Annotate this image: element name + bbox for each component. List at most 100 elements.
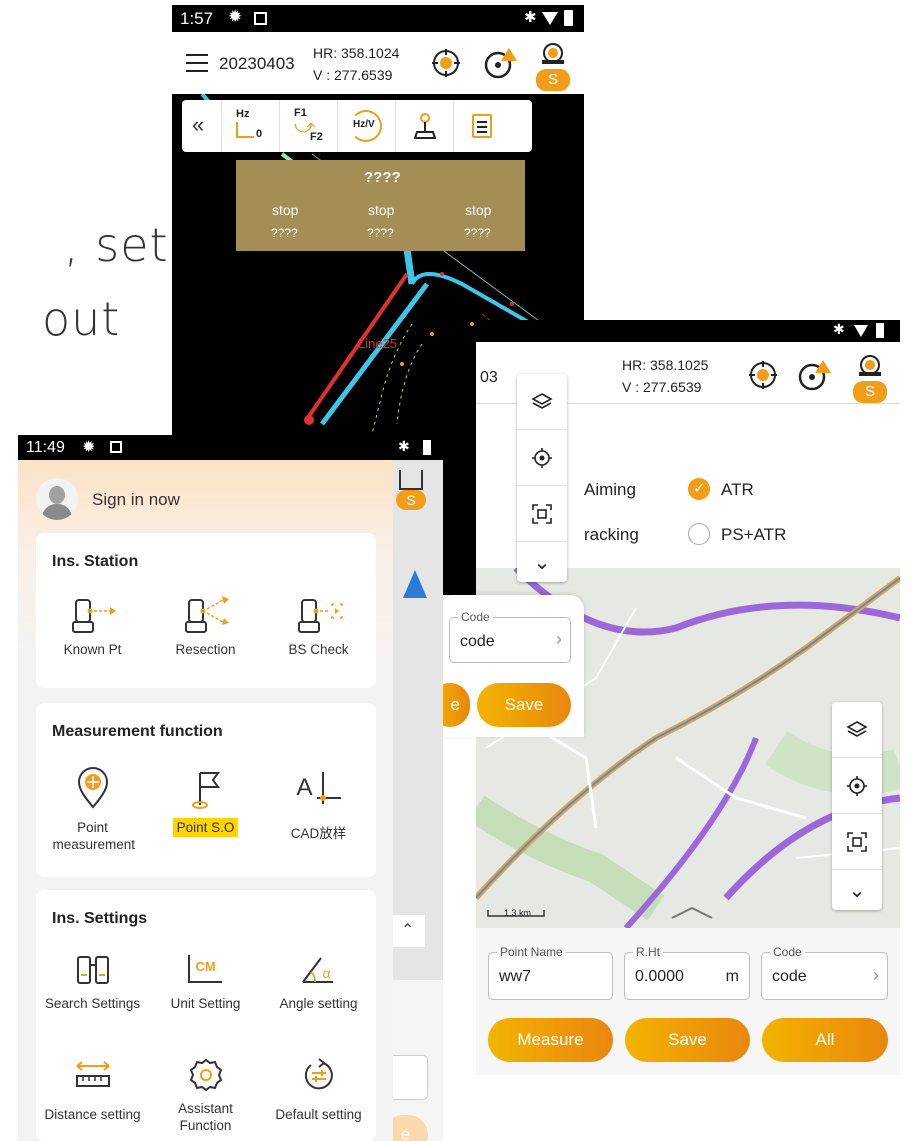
distance-setting-label: Distance setting xyxy=(44,1107,141,1122)
code-field-2[interactable]: Code code › xyxy=(761,945,888,1000)
screen-main-menu: 11:49 ✹ ✱ S ⌃ e Sign in now Ins. Station… xyxy=(18,435,443,1141)
hz-v-label: Hz/V xyxy=(353,119,375,130)
compass-warning-icon[interactable] xyxy=(483,46,519,80)
face-switch-button[interactable]: F1 ⤻ F2 xyxy=(280,100,338,152)
save-button-2[interactable]: Save xyxy=(625,1018,750,1062)
atr-radio-checked[interactable]: ✓ xyxy=(688,478,710,500)
app-bar: 20230403 HR: 358.1024 V : 277.6539 S xyxy=(172,32,584,94)
hz-v-button[interactable]: Hz/V xyxy=(338,100,396,152)
notification-a-icon xyxy=(254,12,267,25)
station-icon-2[interactable]: S xyxy=(853,354,887,403)
compass-warning-icon-2[interactable] xyxy=(797,358,833,392)
hz-label: Hz xyxy=(236,108,250,120)
list-button[interactable] xyxy=(454,100,512,152)
point-so-item[interactable]: Point S.O xyxy=(149,763,262,837)
station-section-title: Ins. Station xyxy=(52,553,139,570)
search-settings-item[interactable]: Search Settings xyxy=(36,945,149,1012)
peek-panel: e xyxy=(383,980,443,1141)
assistant-function-item[interactable]: Assistant Function xyxy=(149,1050,262,1134)
v-reading-2: V : 277.6539 xyxy=(622,379,702,395)
unit-setting-item[interactable]: CM Unit Setting xyxy=(149,945,262,1012)
settings-section-title: Ins. Settings xyxy=(52,910,148,927)
layers-button-2[interactable] xyxy=(832,702,882,758)
fit-extent-icon xyxy=(532,503,552,524)
menu-icon[interactable] xyxy=(186,54,208,72)
point-name-field[interactable]: Point Name ww7 xyxy=(488,945,613,1000)
resection-item[interactable]: Resection xyxy=(149,591,262,658)
cad-icon-letter: A xyxy=(296,774,313,801)
expand-tools-button-2[interactable]: ⌄ xyxy=(832,870,882,910)
station-badge-3[interactable]: S xyxy=(396,490,426,510)
distance-setting-item[interactable]: Distance setting xyxy=(36,1050,149,1123)
layers-button-1[interactable] xyxy=(517,374,567,430)
aiming-label: Aiming xyxy=(584,480,636,499)
known-pt-label: Known Pt xyxy=(63,642,122,657)
status-col2: stop xyxy=(368,202,395,218)
known-pt-item[interactable]: Known Pt xyxy=(36,591,149,658)
angle-setting-item[interactable]: α Angle setting xyxy=(262,945,375,1012)
code-save-popup: Code code › e Save xyxy=(430,595,584,737)
chevron-right-icon-2: › xyxy=(873,965,879,985)
joystick-button[interactable] xyxy=(396,100,454,152)
default-setting-item[interactable]: Default setting xyxy=(262,1050,375,1123)
fit-extent-button-2[interactable] xyxy=(832,814,882,870)
collapse-toolbar-button[interactable]: « xyxy=(182,100,222,152)
sign-in-link[interactable]: Sign in now xyxy=(92,490,180,510)
map-side-tools-2: ⌄ xyxy=(832,702,882,910)
peek-input[interactable] xyxy=(388,1055,428,1100)
double-chevron-left-icon: « xyxy=(192,112,205,137)
wifi-icon xyxy=(542,12,558,25)
measure-toolbar: « Hz 0 F1 ⤻ F2 Hz/V xyxy=(182,100,532,152)
target-icon[interactable] xyxy=(430,47,462,79)
stakeout-flag-icon xyxy=(191,772,220,809)
settings-status-icon: ✹ xyxy=(228,7,243,26)
all-button[interactable]: All xyxy=(762,1018,888,1062)
locate-button-2[interactable] xyxy=(832,758,882,814)
rht-label: R.Ht xyxy=(633,945,663,959)
bluetooth-icon-2: ✱ xyxy=(833,321,845,337)
bluetooth-icon-3: ✱ xyxy=(398,438,410,454)
hz-zero-label: 0 xyxy=(256,128,263,140)
fit-extent-button-1[interactable] xyxy=(517,486,567,542)
station-icon[interactable]: S xyxy=(536,42,570,91)
cad-icon xyxy=(316,772,341,804)
home-icon[interactable] xyxy=(399,470,423,490)
status-bar-2: ✱ xyxy=(476,320,900,342)
measure-button[interactable]: Measure xyxy=(488,1018,613,1062)
expand-tools-button-1[interactable]: ⌄ xyxy=(517,542,567,582)
underlying-screen-peek: S ⌃ e xyxy=(383,460,443,1141)
ps-atr-radio[interactable] xyxy=(688,523,710,545)
locate-button-1[interactable] xyxy=(517,430,567,486)
save-button-1[interactable]: Save xyxy=(477,683,571,727)
gear-icon xyxy=(189,1058,222,1092)
set-hz-zero-button[interactable]: Hz 0 xyxy=(222,100,280,152)
unit-icon-text: CM xyxy=(195,959,216,974)
prism-status-panel: ???? stop stop stop ???? ???? ???? xyxy=(236,160,525,251)
bs-check-item[interactable]: BS Check xyxy=(262,591,375,658)
code-field-1[interactable]: Code code › xyxy=(449,610,571,663)
rht-field[interactable]: R.Ht 0.0000 m xyxy=(624,945,750,1000)
collapse-up-button[interactable]: ⌃ xyxy=(393,915,425,947)
status-time-3: 11:49 xyxy=(26,439,65,456)
rht-value: 0.0000 xyxy=(635,968,684,985)
tracking-label: racking xyxy=(584,525,639,544)
ps-atr-label: PS+ATR xyxy=(721,525,787,544)
checkmark-icon: ✓ xyxy=(693,480,706,497)
target-icon-2[interactable] xyxy=(747,359,779,391)
point-measurement-item[interactable]: Point measurement xyxy=(36,763,149,853)
resection-label: Resection xyxy=(175,642,236,657)
settings-status-icon-3: ✹ xyxy=(82,439,96,456)
rht-unit: m xyxy=(725,968,739,985)
code-value-1: code xyxy=(460,633,495,650)
unit-setting-label: Unit Setting xyxy=(170,996,241,1011)
code-value-2: code xyxy=(772,968,807,985)
cad-stakeout-item[interactable]: A CAD放样 xyxy=(262,763,375,842)
search-settings-label: Search Settings xyxy=(44,996,141,1011)
battery-icon xyxy=(564,10,573,26)
measure-form: Point Name ww7 R.Ht 0.0000 m Code code ›… xyxy=(476,928,900,1075)
notification-a-icon-3 xyxy=(110,441,122,453)
side-drawer: Sign in now Ins. Station Known Pt Resect… xyxy=(18,460,393,1141)
panel-title: ???? xyxy=(364,169,401,186)
value-col2: ???? xyxy=(367,226,394,240)
user-avatar[interactable] xyxy=(36,478,78,520)
